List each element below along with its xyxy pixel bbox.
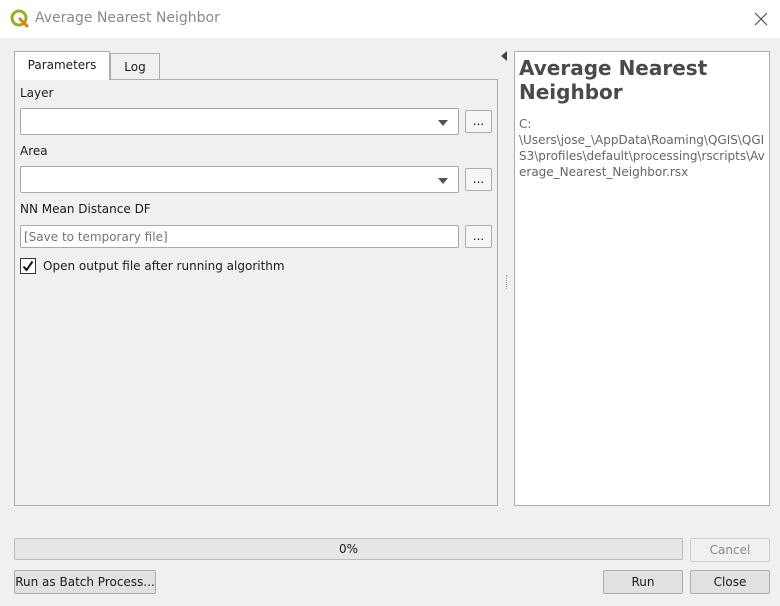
title-bar: Average Nearest Neighbor — [0, 0, 780, 38]
close-button[interactable]: Close — [690, 570, 770, 594]
cancel-button[interactable]: Cancel — [690, 538, 770, 562]
output-label: NN Mean Distance DF — [20, 202, 151, 216]
open-output-label: Open output file after running algorithm — [43, 259, 285, 273]
progress-bar: 0% — [14, 538, 683, 560]
open-output-checkbox[interactable] — [20, 258, 36, 274]
output-browse-button[interactable]: ... — [465, 225, 492, 248]
layer-browse-button[interactable]: ... — [465, 110, 492, 133]
close-icon[interactable] — [750, 8, 772, 30]
chevron-down-icon — [438, 120, 448, 126]
checkmark-icon — [22, 260, 34, 272]
area-browse-button[interactable]: ... — [465, 168, 492, 191]
window-title: Average Nearest Neighbor — [35, 10, 220, 26]
layer-label: Layer — [20, 86, 54, 100]
help-path-rest: \Users\jose_\AppData\Roaming\QGIS\QGIS3\… — [519, 133, 765, 179]
help-title: Average Nearest Neighbor — [519, 56, 708, 104]
layer-combo[interactable] — [20, 108, 459, 135]
qgis-logo-icon — [10, 9, 29, 28]
tab-parameters-label: Parameters — [27, 58, 97, 72]
collapse-arrow-icon[interactable] — [501, 51, 507, 61]
area-combo[interactable] — [20, 166, 459, 193]
parameters-panel — [14, 79, 498, 506]
help-script-path: C: \Users\jose_\AppData\Roaming\QGIS\QGI… — [519, 116, 765, 180]
chevron-down-icon — [438, 178, 448, 184]
splitter-handle[interactable] — [506, 275, 509, 289]
help-path-drive: C: — [519, 117, 532, 131]
run-button[interactable]: Run — [603, 570, 683, 594]
tab-log[interactable]: Log — [110, 53, 160, 79]
help-panel: Average Nearest Neighbor C: \Users\jose_… — [514, 51, 770, 506]
progress-label: 0% — [338, 542, 359, 556]
tab-parameters[interactable]: Parameters — [14, 51, 110, 80]
tab-log-label: Log — [124, 60, 146, 74]
batch-process-button[interactable]: Run as Batch Process... — [14, 570, 156, 594]
output-file-field[interactable] — [20, 225, 459, 248]
area-label: Area — [20, 144, 48, 158]
